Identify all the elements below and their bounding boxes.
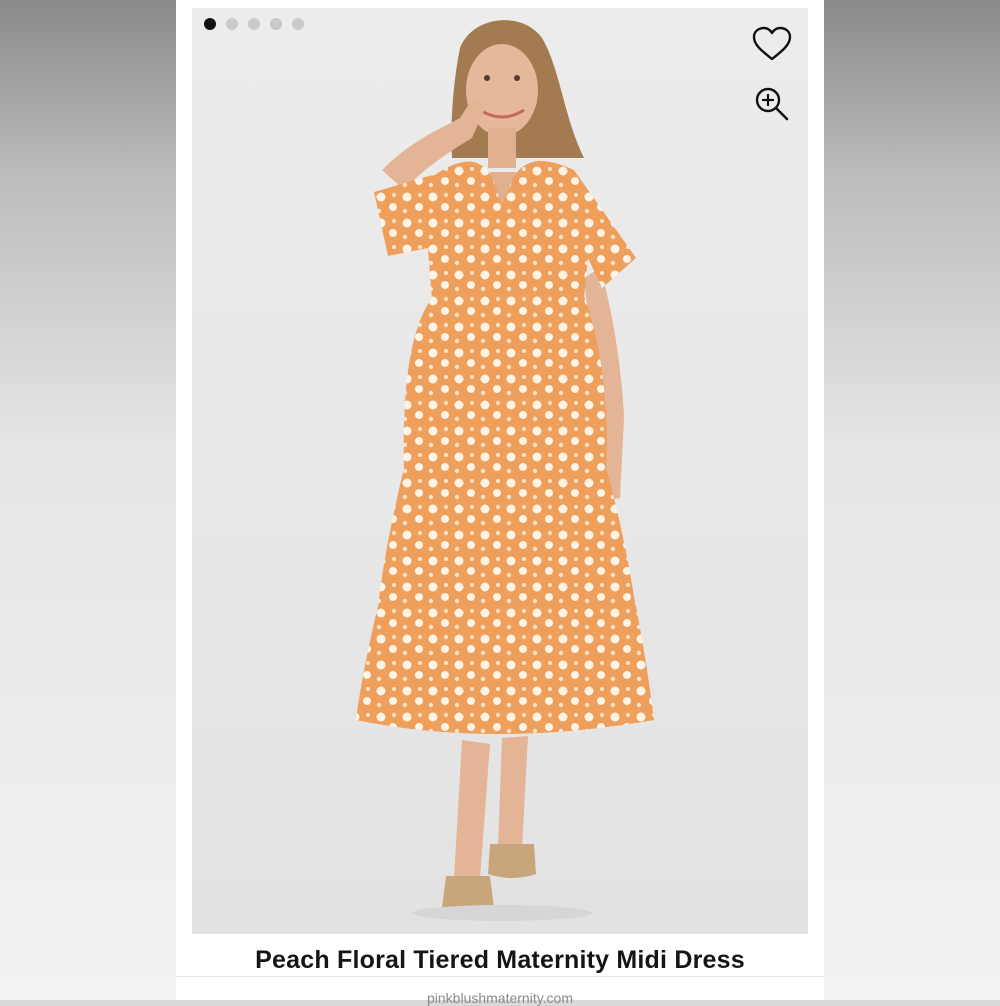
carousel-dots [204,18,304,30]
divider [176,976,824,977]
zoom-button[interactable] [750,82,794,126]
favorite-button[interactable] [750,22,794,66]
carousel-dot-5[interactable] [292,18,304,30]
heart-icon [752,26,792,61]
product-title: Peach Floral Tiered Maternity Midi Dress [255,946,745,974]
product-subtitle: pinkblushmaternity.com [426,990,574,1006]
background-left [0,0,176,1000]
carousel-dot-1[interactable] [204,18,216,30]
background-right [824,0,1000,1000]
product-image[interactable] [192,8,808,934]
carousel-dot-3[interactable] [248,18,260,30]
product-card: Peach Floral Tiered Maternity Midi Dress… [176,0,824,1006]
model-illustration [356,20,654,921]
zoom-in-icon [755,87,789,121]
carousel-dot-4[interactable] [270,18,282,30]
carousel-dot-2[interactable] [226,18,238,30]
